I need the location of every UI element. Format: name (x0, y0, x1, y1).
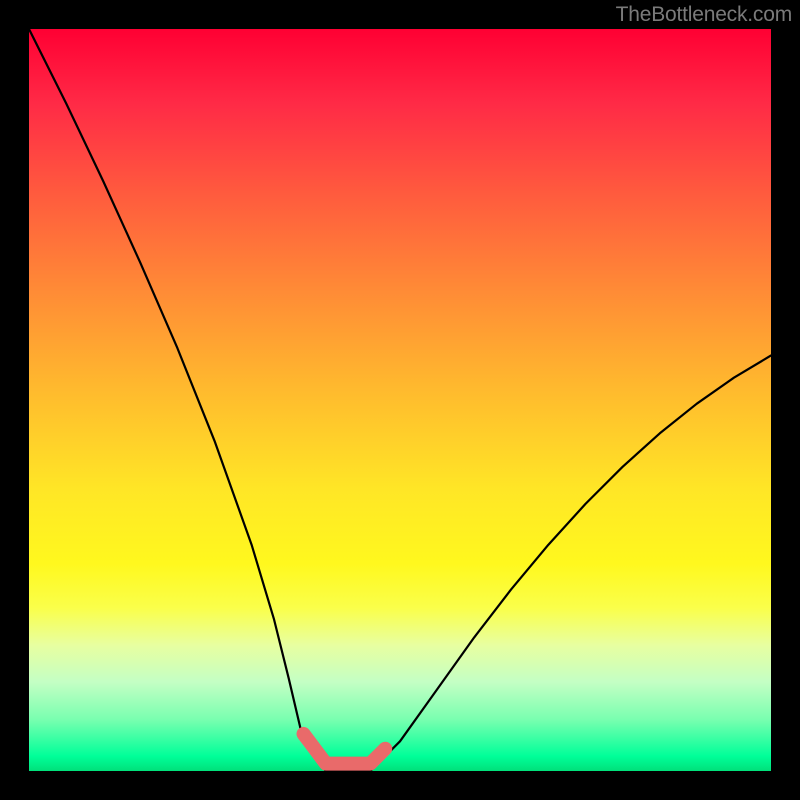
watermark-text: TheBottleneck.com (616, 3, 792, 27)
bottleneck-curve-line (29, 29, 771, 771)
bottleneck-chart (29, 29, 771, 771)
optimal-range-highlight (304, 734, 386, 764)
chart-svg (29, 29, 771, 771)
